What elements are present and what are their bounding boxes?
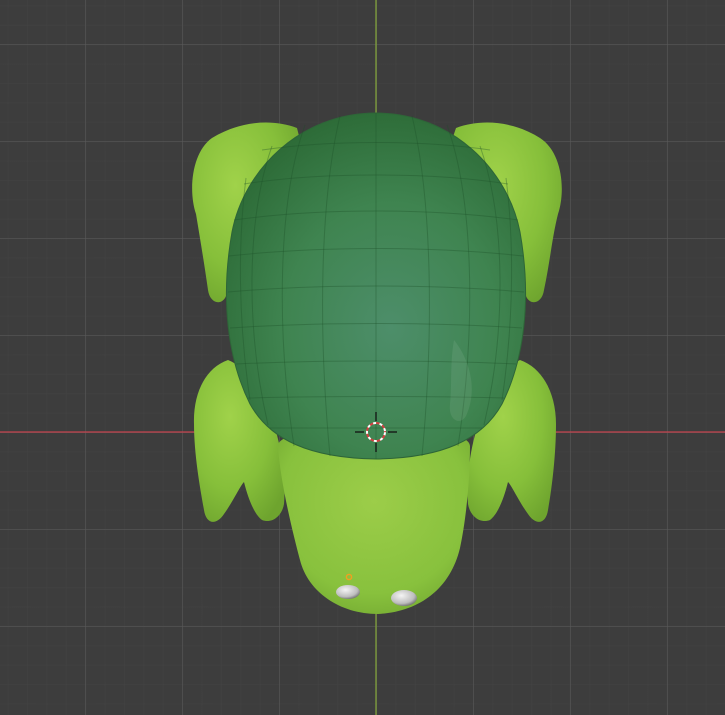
viewport-scene[interactable] [0,0,725,715]
right-eye [391,590,417,606]
left-eye [336,585,360,599]
3d-viewport[interactable] [0,0,725,715]
turtle-model[interactable] [192,112,562,614]
